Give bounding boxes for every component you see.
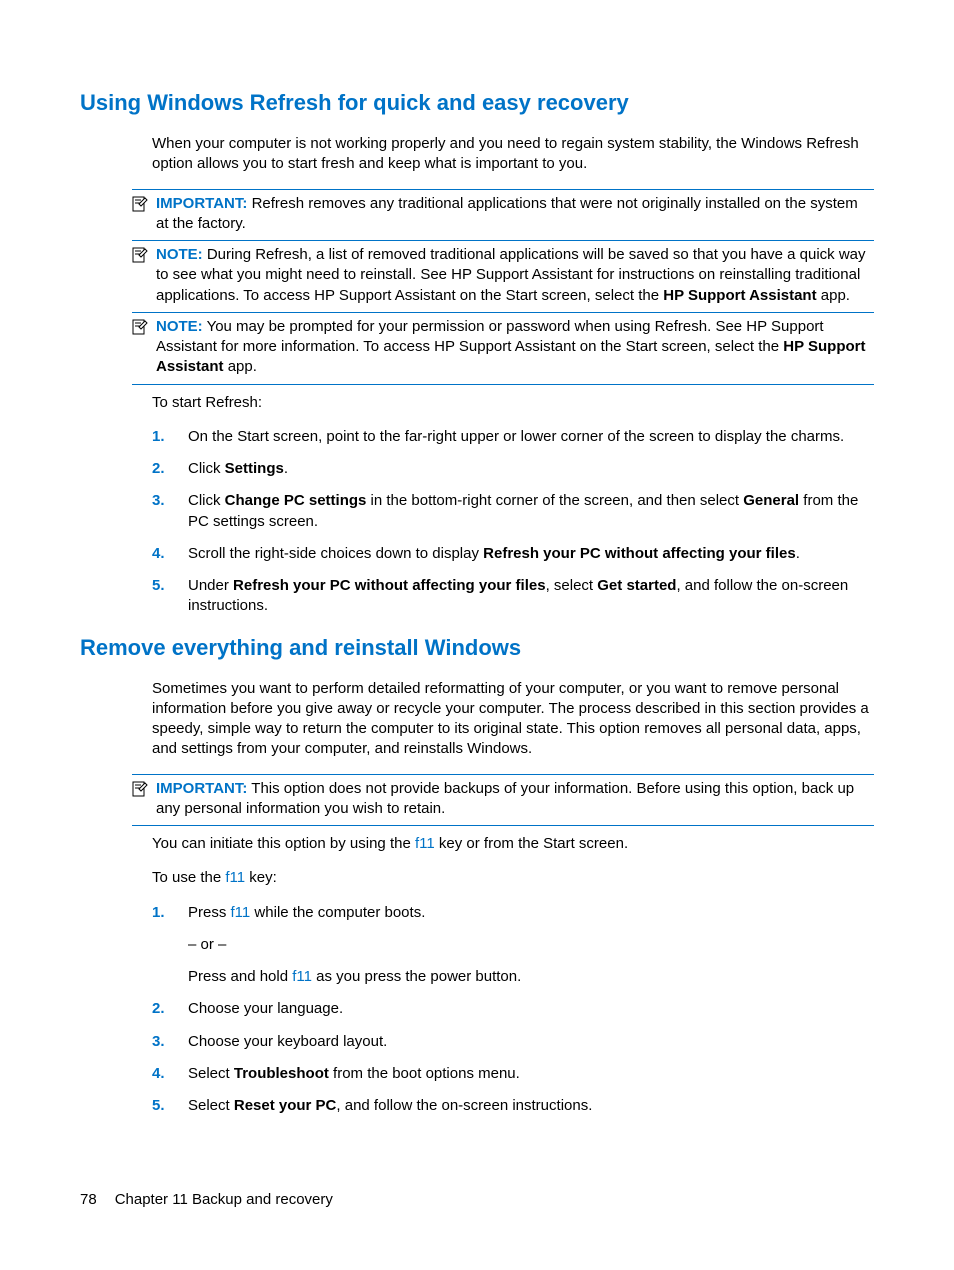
text: Press and hold [188,968,292,985]
callout-text: Refresh removes any traditional applicat… [156,195,858,232]
step-text: Select [188,1065,234,1082]
step-bold: General [743,492,799,509]
step: Click Change PC settings in the bottom-r… [152,491,874,532]
refresh-intro: When your computer is not working proper… [152,134,874,175]
step-bold: Settings [225,460,284,477]
text: as you press the power button. [312,968,521,985]
callout-text: app. [224,358,257,375]
step-text: , select [546,577,598,594]
refresh-lead: To start Refresh: [152,393,874,413]
step: Click Settings. [152,459,874,479]
step-bold: Reset your PC [234,1097,337,1114]
callout-label: IMPORTANT: [156,780,247,797]
step-text: Click [188,460,225,477]
step-text: Select [188,1097,234,1114]
step: Scroll the right-side choices down to di… [152,544,874,564]
note-icon [132,245,152,306]
step: Select Troubleshoot from the boot option… [152,1064,874,1084]
touse-text: To use the f11 key: [152,868,874,888]
step-text: Click [188,492,225,509]
callout-note-refresh-2: NOTE: You may be prompted for your permi… [132,313,874,385]
step: Choose your keyboard layout. [152,1032,874,1052]
note-icon [132,194,152,235]
step-sub: Press and hold f11 as you press the powe… [188,967,874,987]
step: On the Start screen, point to the far-ri… [152,427,874,447]
step-text: Scroll the right-side choices down to di… [188,545,483,562]
heading-reinstall: Remove everything and reinstall Windows [80,635,874,661]
text: key: [245,869,277,886]
step-text: Choose your keyboard layout. [188,1033,387,1050]
note-icon [132,317,152,378]
step-text: in the bottom-right corner of the screen… [366,492,743,509]
key-f11: f11 [225,869,245,886]
refresh-steps: On the Start screen, point to the far-ri… [152,427,874,617]
step-or: – or – [188,935,874,955]
step: Choose your language. [152,999,874,1019]
step: Under Refresh your PC without affecting … [152,576,874,617]
step-text: , and follow the on-screen instructions. [336,1097,592,1114]
page-number: 78 [80,1191,97,1208]
step-bold: Refresh your PC without affecting your f… [233,577,546,594]
text: You can initiate this option by using th… [152,835,415,852]
step-text: while the computer boots. [250,904,425,921]
callout-label: NOTE: [156,318,203,335]
step-text: Under [188,577,233,594]
callout-label: NOTE: [156,246,203,263]
step-bold: Troubleshoot [234,1065,329,1082]
step-bold: Change PC settings [225,492,367,509]
step: Press f11 while the computer boots. – or… [152,903,874,988]
step-text: Choose your language. [188,1000,343,1017]
callout-label: IMPORTANT: [156,195,247,212]
step-text: . [796,545,800,562]
heading-refresh: Using Windows Refresh for quick and easy… [80,90,874,116]
chapter-title: Chapter 11 Backup and recovery [115,1191,333,1208]
callout-text: app. [817,287,850,304]
key-f11: f11 [415,835,435,852]
page-footer: 78 Chapter 11 Backup and recovery [80,1191,333,1208]
reinstall-intro: Sometimes you want to perform detailed r… [152,679,874,760]
key-f11: f11 [231,904,251,921]
step-text: . [284,460,288,477]
step-text: from the boot options menu. [329,1065,520,1082]
step-bold: Refresh your PC without affecting your f… [483,545,796,562]
callout-bold: HP Support Assistant [663,287,816,304]
text: To use the [152,869,225,886]
key-f11: f11 [292,968,312,985]
step-text: On the Start screen, point to the far-ri… [188,428,844,445]
note-icon [132,779,152,820]
callout-text: This option does not provide backups of … [156,780,854,817]
step: Select Reset your PC, and follow the on-… [152,1096,874,1116]
initiate-text: You can initiate this option by using th… [152,834,874,854]
callout-note-refresh-1: NOTE: During Refresh, a list of removed … [132,241,874,313]
step-bold: Get started [597,577,676,594]
callout-important-reinstall: IMPORTANT: This option does not provide … [132,774,874,827]
reinstall-steps: Press f11 while the computer boots. – or… [152,903,874,1117]
callout-text: You may be prompted for your permission … [156,318,824,355]
text: key or from the Start screen. [435,835,628,852]
step-text: Press [188,904,231,921]
callout-important-refresh: IMPORTANT: Refresh removes any tradition… [132,189,874,242]
